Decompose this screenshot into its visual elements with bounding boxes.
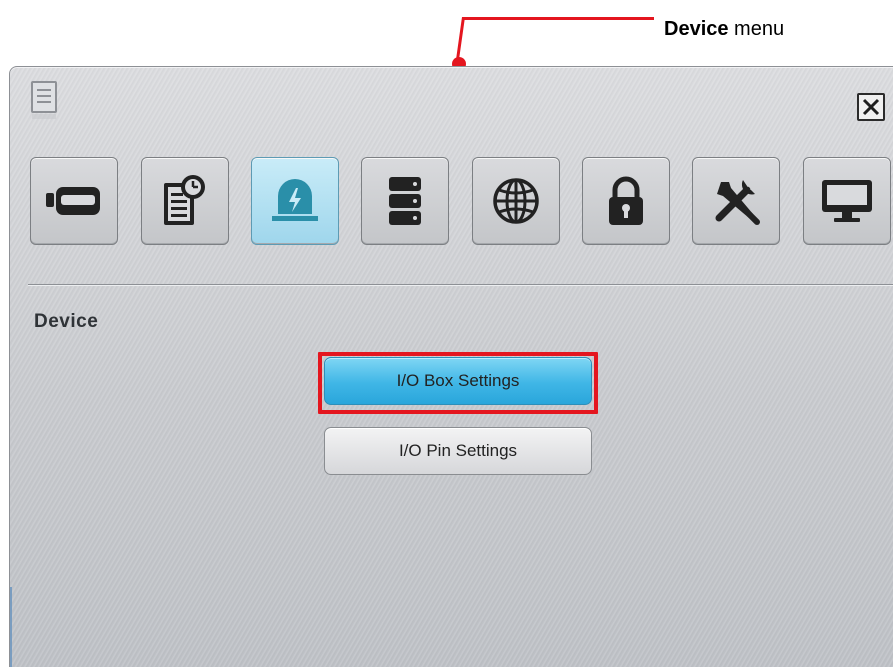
panel-edge <box>10 587 12 667</box>
tools-icon <box>715 180 760 225</box>
document-icon[interactable] <box>31 81 58 121</box>
callout-label: Device menu <box>664 18 784 41</box>
callout-label-rest: menu <box>728 18 785 40</box>
storage-icon <box>389 177 421 225</box>
section-divider <box>28 284 893 285</box>
alarm-icon <box>272 179 318 221</box>
highlight-box <box>318 352 598 414</box>
callout-line <box>462 17 654 20</box>
close-icon <box>862 98 880 116</box>
tab-storage[interactable] <box>361 157 449 245</box>
network-icon <box>493 178 539 224</box>
tab-security[interactable] <box>582 157 670 245</box>
schedule-icon <box>164 175 205 225</box>
tab-tools[interactable] <box>692 157 780 245</box>
monitor-icon <box>822 180 872 222</box>
tab-camera[interactable] <box>30 157 118 245</box>
camera-icon <box>46 187 100 215</box>
tab-display[interactable] <box>803 157 891 245</box>
tab-schedule[interactable] <box>141 157 229 245</box>
close-button[interactable] <box>857 93 885 121</box>
callout-label-bold: Device <box>664 18 729 40</box>
tab-network[interactable] <box>472 157 560 245</box>
settings-panel: Device I/O Box Settings I/O Pin Settings <box>9 66 893 667</box>
lock-icon <box>609 176 643 225</box>
tab-device[interactable] <box>251 157 339 245</box>
io-pin-settings-button[interactable]: I/O Pin Settings <box>324 427 592 475</box>
section-title: Device <box>34 311 99 332</box>
category-tabs <box>30 157 893 247</box>
